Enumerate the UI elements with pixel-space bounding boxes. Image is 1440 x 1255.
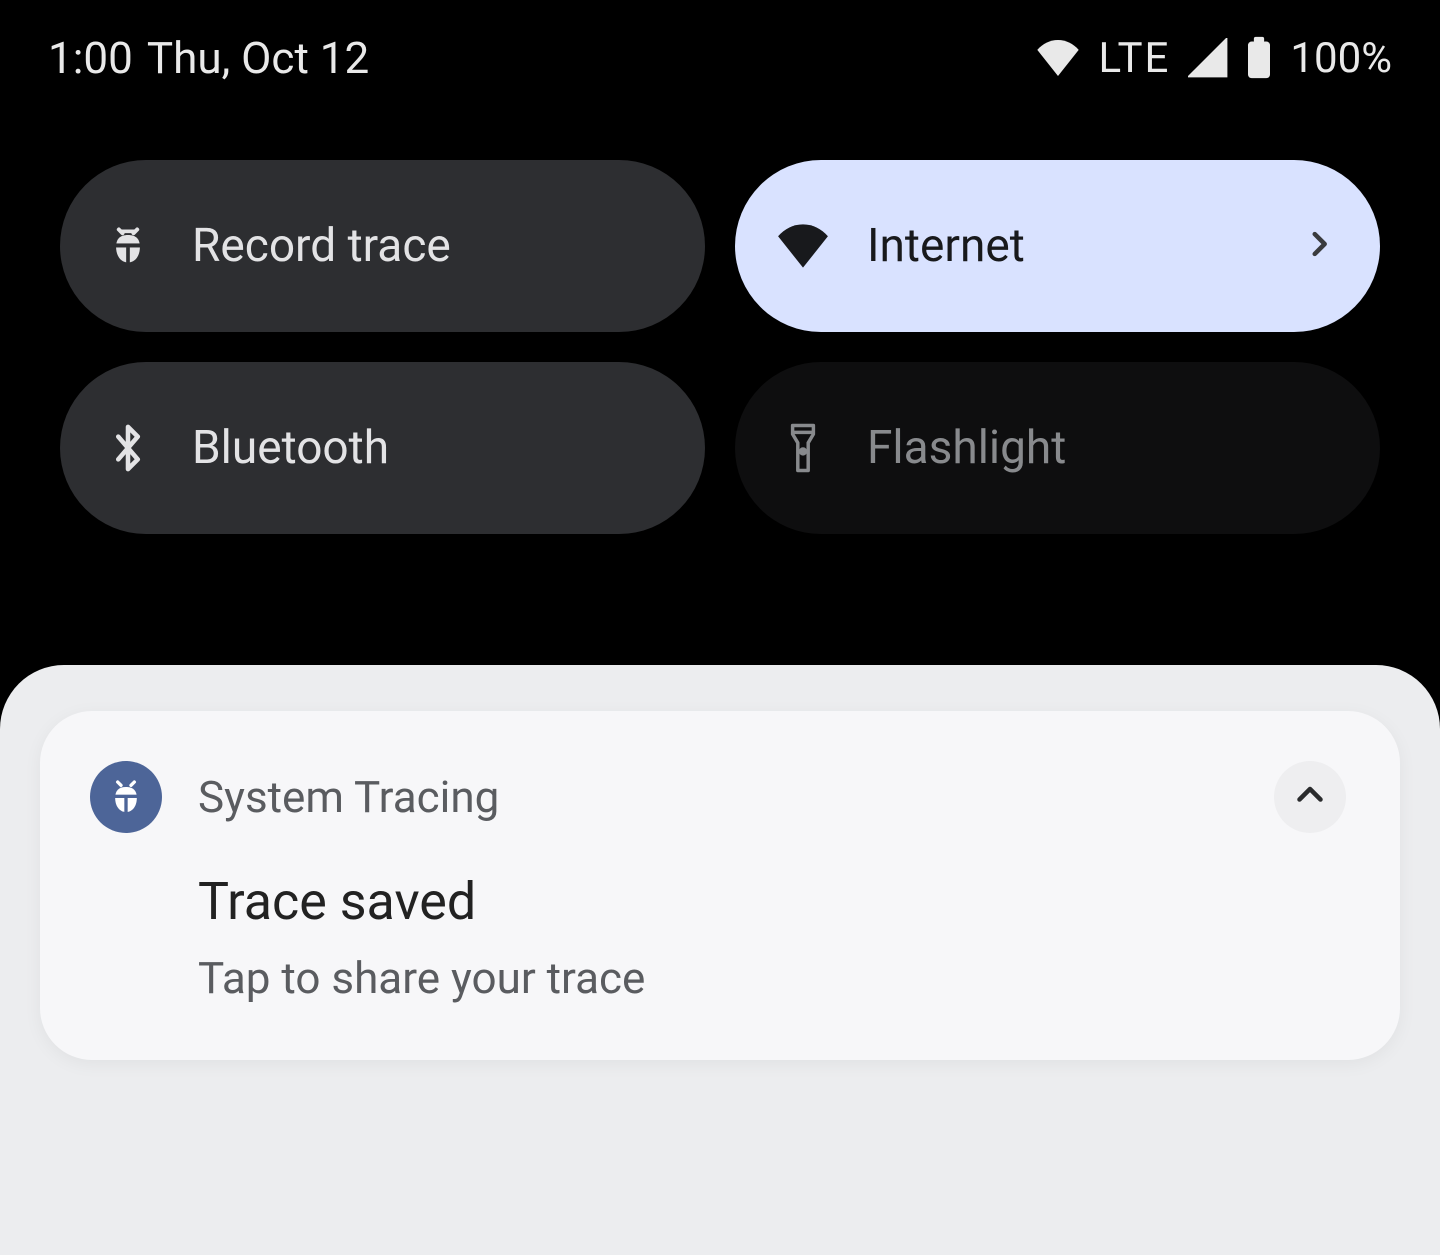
notification-app-name: System Tracing	[198, 771, 1238, 823]
battery-percent: 100%	[1290, 34, 1392, 83]
wifi-icon	[1035, 40, 1081, 76]
status-bar: 1:00 Thu, Oct 12 LTE 100%	[0, 0, 1440, 84]
qs-tile-bluetooth[interactable]: Bluetooth	[60, 362, 705, 534]
notification-subtitle: Tap to share your trace	[198, 952, 1346, 1004]
status-left: 1:00 Thu, Oct 12	[48, 32, 369, 84]
network-label: LTE	[1099, 34, 1171, 83]
battery-icon	[1246, 36, 1272, 80]
bluetooth-icon	[102, 422, 154, 474]
quick-settings-grid: Record trace Internet Bluetooth Flashlig…	[0, 84, 1440, 534]
qs-tile-record-trace[interactable]: Record trace	[60, 160, 705, 332]
qs-tile-label: Bluetooth	[192, 421, 665, 475]
notification-header: System Tracing	[90, 761, 1346, 833]
chevron-right-icon	[1302, 219, 1336, 273]
notification-body: Trace saved Tap to share your trace	[198, 871, 1346, 1004]
qs-tile-label: Flashlight	[867, 421, 1340, 475]
chevron-up-icon	[1292, 777, 1328, 817]
notification-app-icon	[90, 761, 162, 833]
status-time: 1:00	[48, 32, 133, 84]
qs-tile-label: Record trace	[192, 219, 665, 273]
notification-card[interactable]: System Tracing Trace saved Tap to share …	[40, 711, 1400, 1060]
flashlight-icon	[777, 422, 829, 474]
qs-tile-flashlight[interactable]: Flashlight	[735, 362, 1380, 534]
notification-title: Trace saved	[198, 871, 1346, 932]
bug-icon	[102, 224, 154, 268]
wifi-icon	[777, 224, 829, 268]
cell-signal-icon	[1188, 38, 1228, 78]
status-right: LTE 100%	[1035, 34, 1393, 83]
collapse-button[interactable]	[1274, 761, 1346, 833]
qs-tile-label: Internet	[867, 219, 1340, 273]
status-date: Thu, Oct 12	[147, 32, 369, 84]
notification-shade: System Tracing Trace saved Tap to share …	[0, 665, 1440, 1255]
qs-tile-internet[interactable]: Internet	[735, 160, 1380, 332]
